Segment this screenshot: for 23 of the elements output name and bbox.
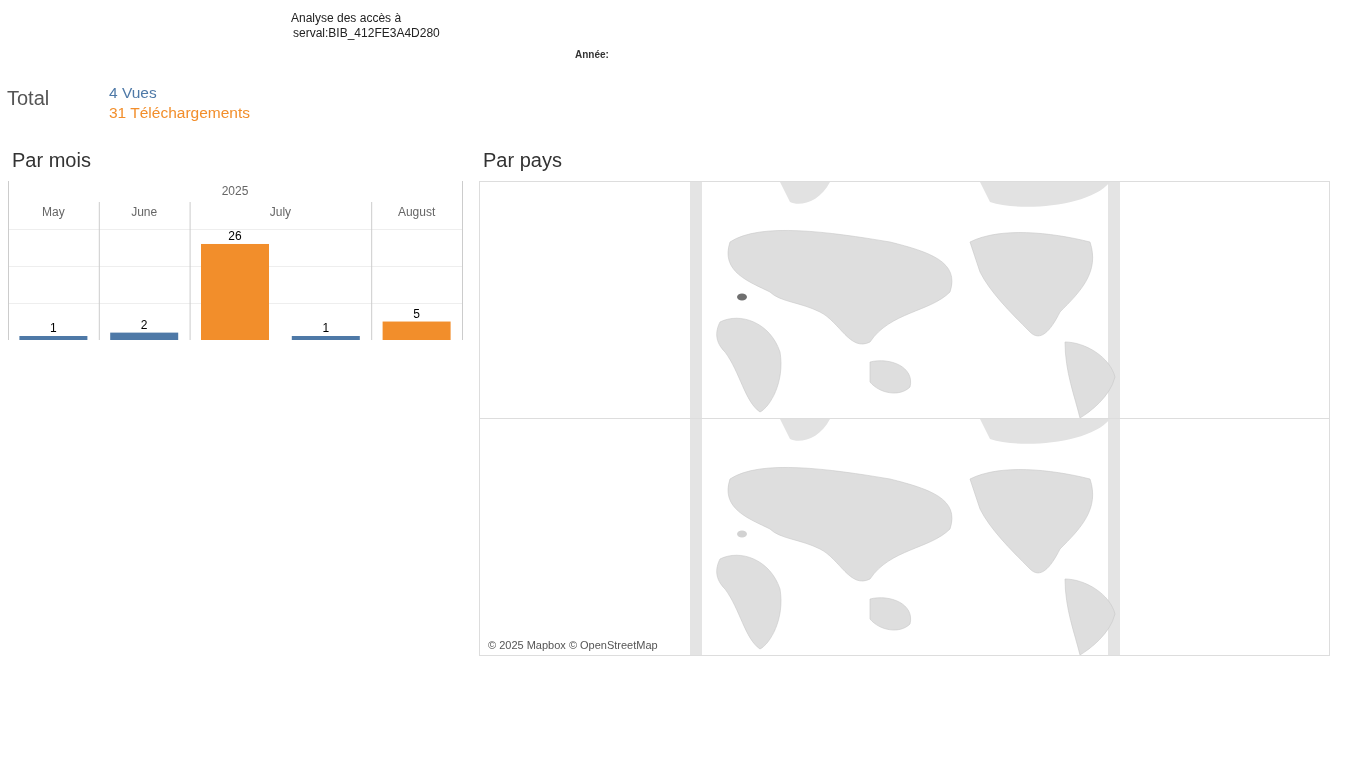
total-metric: 31 Téléchargements [109, 103, 251, 123]
data-label: 1 [322, 321, 330, 335]
month-label: June [131, 205, 158, 219]
data-label: 5 [413, 306, 420, 321]
section-title: Par mois [11, 149, 92, 173]
data-label: 26 [228, 229, 242, 243]
month-label: July [269, 205, 292, 219]
bar [291, 336, 360, 340]
total-label: Total [7, 87, 51, 111]
month-label: August [397, 205, 436, 219]
year-filter-label: Année: [575, 49, 610, 60]
section-title: Par pays [482, 149, 563, 173]
bar [110, 332, 179, 340]
data-label: 1 [50, 321, 57, 335]
bar [382, 321, 451, 340]
report-title: serval:BIB_412FE3A4D280 [292, 26, 441, 41]
map-attribution: © 2025 Mapbox © OpenStreetMap [485, 638, 661, 652]
total-metric: 4 Vues [109, 83, 158, 103]
data-label: 2 [140, 317, 148, 332]
month-label: May [42, 205, 65, 219]
bar [19, 336, 88, 340]
report-title: Analyse des accès à [291, 11, 403, 26]
year-header: 2025 [221, 184, 249, 198]
